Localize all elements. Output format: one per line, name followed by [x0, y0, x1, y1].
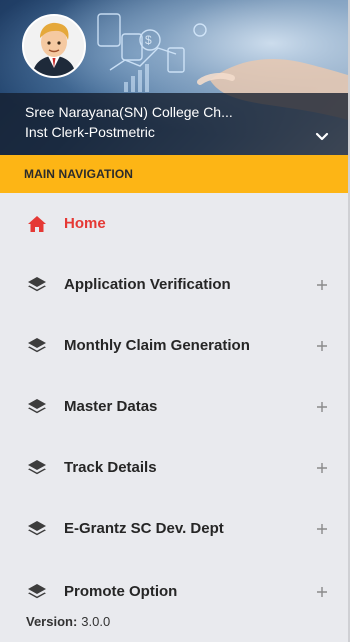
layers-icon	[28, 398, 46, 413]
menu-item-label: Master Datas	[64, 398, 158, 415]
profile-header: $ Sree Narayana(SN) College Ch... Inst C…	[0, 0, 348, 155]
plus-icon[interactable]	[316, 401, 328, 413]
layers-icon	[28, 520, 46, 535]
plus-icon[interactable]	[316, 586, 328, 598]
avatar	[22, 14, 86, 78]
plus-icon[interactable]	[316, 462, 328, 474]
home-icon	[28, 215, 46, 232]
menu-item-master-datas[interactable]: Master Datas	[0, 376, 348, 437]
menu-item-label: Home	[64, 215, 106, 232]
plus-icon[interactable]	[316, 523, 328, 535]
menu-item-label: Promote Option	[64, 583, 178, 600]
layers-icon	[28, 276, 46, 291]
menu-item-label: Track Details	[64, 459, 157, 476]
section-header-main-navigation: MAIN NAVIGATION	[0, 155, 348, 193]
navigation-drawer: $ Sree Narayana(SN) College Ch... Inst C…	[0, 0, 350, 642]
menu-item-application-verification[interactable]: Application Verification	[0, 254, 348, 315]
menu-item-e-grantz-sc-dev-dept[interactable]: E-Grantz SC Dev. Dept	[0, 498, 348, 559]
profile-info: Sree Narayana(SN) College Ch... Inst Cle…	[0, 93, 348, 155]
menu-item-home[interactable]: Home	[0, 193, 348, 254]
version-label: Version:	[26, 613, 78, 629]
layers-icon	[28, 459, 46, 474]
layers-icon	[28, 583, 46, 598]
menu-item-label: Monthly Claim Generation	[64, 337, 250, 354]
menu-item-promote-option[interactable]: Promote Option	[0, 561, 348, 600]
menu-item-label: E-Grantz SC Dev. Dept	[64, 520, 224, 537]
chevron-down-icon[interactable]	[314, 129, 330, 145]
user-avatar-icon	[24, 16, 84, 76]
svg-text:$: $	[145, 33, 152, 47]
menu-item-monthly-claim-generation[interactable]: Monthly Claim Generation	[0, 315, 348, 376]
menu-list: Home Application Verification Monthly Cl…	[0, 193, 348, 600]
user-role: Inst Clerk-Postmetric	[25, 124, 155, 140]
version-footer: Version: 3.0.0	[0, 600, 348, 642]
menu-item-track-details[interactable]: Track Details	[0, 437, 348, 498]
institution-name: Sree Narayana(SN) College Ch...	[25, 104, 233, 120]
plus-icon[interactable]	[316, 279, 328, 291]
version-value: 3.0.0	[81, 613, 111, 629]
layers-icon	[28, 337, 46, 352]
menu-item-label: Application Verification	[64, 276, 231, 293]
plus-icon[interactable]	[316, 340, 328, 352]
